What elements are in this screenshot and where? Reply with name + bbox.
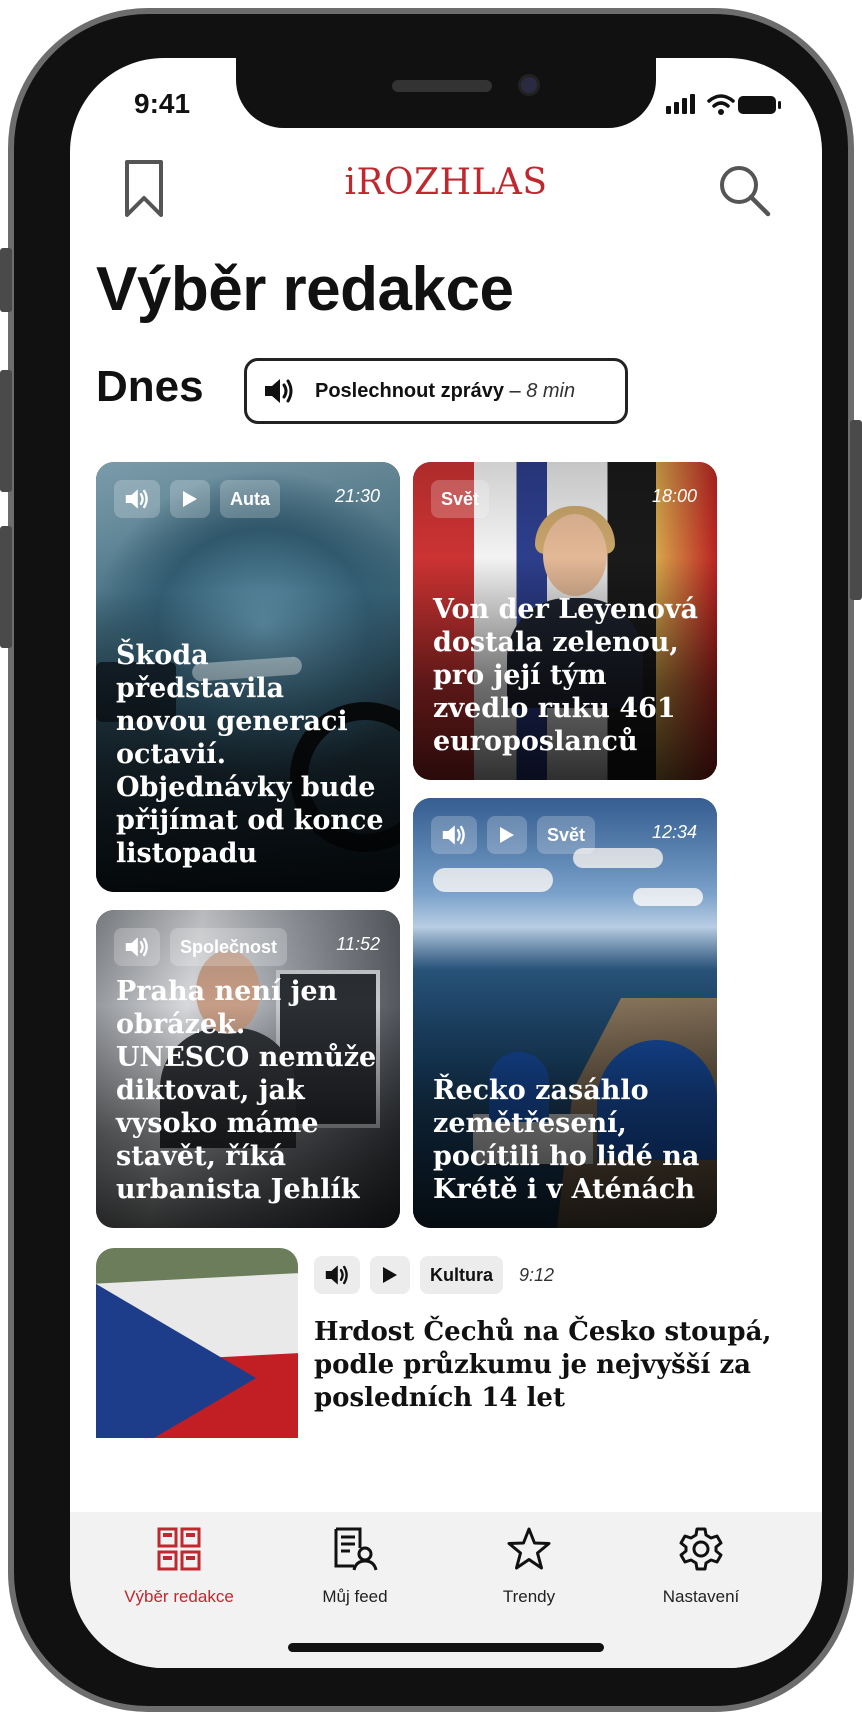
article-headline[interactable]: Praha není jen obrázek. UNESCO nemůže di… — [116, 975, 384, 1206]
play-button[interactable] — [487, 816, 527, 854]
card-controls: Svět — [431, 816, 596, 854]
play-icon — [383, 1267, 397, 1283]
tab-vyber-redakce[interactable]: Výběr redakce — [104, 1526, 254, 1607]
category-tag[interactable]: Svět — [431, 480, 490, 518]
listen-button[interactable] — [314, 1256, 360, 1294]
category-tag[interactable]: Kultura — [420, 1256, 503, 1294]
play-icon — [183, 491, 197, 507]
speaker-icon — [125, 937, 148, 957]
article-thumbnail[interactable] — [96, 1248, 298, 1438]
card-controls: Auta — [114, 480, 280, 518]
app-header: iROZHLAS — [70, 158, 822, 238]
play-button[interactable] — [370, 1256, 410, 1294]
tab-trendy[interactable]: Trendy — [454, 1526, 604, 1607]
app-logo[interactable]: iROZHLAS — [70, 162, 822, 203]
article-time: 9:12 — [519, 1264, 555, 1285]
battery-icon — [738, 96, 781, 114]
article-time: 12:34 — [651, 822, 697, 842]
article-card[interactable]: Společnost 11:52 Praha není jen obrázek.… — [96, 910, 400, 1228]
listen-button[interactable] — [431, 816, 477, 854]
listen-button[interactable] — [114, 928, 160, 966]
grid-icon — [157, 1527, 201, 1571]
gear-icon — [679, 1527, 723, 1571]
section-title-today: Dnes — [96, 362, 204, 411]
tab-label: Výběr redakce — [124, 1587, 234, 1606]
listen-news-label: Poslechnout zprávy – 8 min — [315, 379, 576, 402]
tab-muj-feed[interactable]: Můj feed — [280, 1526, 430, 1607]
article-time: 11:52 — [336, 934, 380, 954]
listen-news-button[interactable]: Poslechnout zprávy – 8 min — [244, 358, 628, 424]
article-headline[interactable]: Škoda představila novou generaci octavií… — [116, 639, 384, 870]
wifi-icon — [707, 94, 735, 115]
category-tag[interactable]: Společnost — [170, 928, 288, 966]
tab-label: Můj feed — [322, 1587, 388, 1606]
home-indicator[interactable] — [288, 1643, 604, 1652]
article-headline[interactable]: Von der Leyenová dostala zelenou, pro je… — [433, 593, 701, 758]
star-icon — [507, 1527, 551, 1570]
volume-down-button — [0, 526, 12, 648]
feed-user-icon — [334, 1527, 378, 1571]
speaker-icon — [265, 379, 293, 403]
signal-bar — [682, 98, 687, 114]
app-screen: 9:41 iROZHLAS Výběr redakce Dnes Poslech… — [70, 58, 822, 1668]
article-time: 18:00 — [651, 486, 697, 506]
article-time: 21:30 — [334, 486, 380, 506]
category-tag[interactable]: Auta — [220, 480, 280, 518]
search-icon[interactable] — [716, 162, 772, 218]
article-card[interactable]: Svět 18:00 Von der Leyenová dostala zele… — [413, 462, 717, 780]
speaker-icon — [325, 1265, 348, 1285]
speaker-icon — [125, 489, 148, 509]
signal-bar — [690, 94, 695, 114]
front-camera — [518, 74, 540, 96]
tab-label: Trendy — [502, 1587, 556, 1606]
status-icons — [666, 92, 781, 116]
article-headline[interactable]: Hrdost Čechů na Česko stoupá, podle průz… — [314, 1316, 794, 1415]
card-controls: Svět — [431, 480, 490, 518]
article-controls: Kultura 9:12 — [314, 1256, 554, 1294]
article-card[interactable]: Auta 21:30 Škoda představila novou gener… — [96, 462, 400, 892]
notch — [236, 58, 656, 128]
tab-label: Nastavení — [662, 1587, 740, 1606]
signal-bar — [674, 102, 679, 114]
tab-nastaveni[interactable]: Nastavení — [626, 1526, 776, 1607]
speaker-icon — [442, 825, 465, 845]
status-time: 9:41 — [134, 88, 191, 119]
play-button[interactable] — [170, 480, 210, 518]
volume-up-button — [0, 370, 12, 492]
article-card[interactable]: Svět 12:34 Řecko zasáhlo zemětřesení, po… — [413, 798, 717, 1228]
earpiece-speaker — [392, 80, 492, 92]
signal-bar — [666, 106, 671, 114]
card-controls: Společnost — [114, 928, 288, 966]
page-title: Výběr redakce — [96, 255, 514, 324]
article-headline[interactable]: Řecko zasáhlo zemětřesení, pocítili ho l… — [433, 1074, 701, 1206]
power-button — [850, 420, 862, 600]
category-tag[interactable]: Svět — [537, 816, 596, 854]
mute-switch — [0, 248, 12, 312]
play-icon — [500, 827, 514, 843]
listen-button[interactable] — [114, 480, 160, 518]
